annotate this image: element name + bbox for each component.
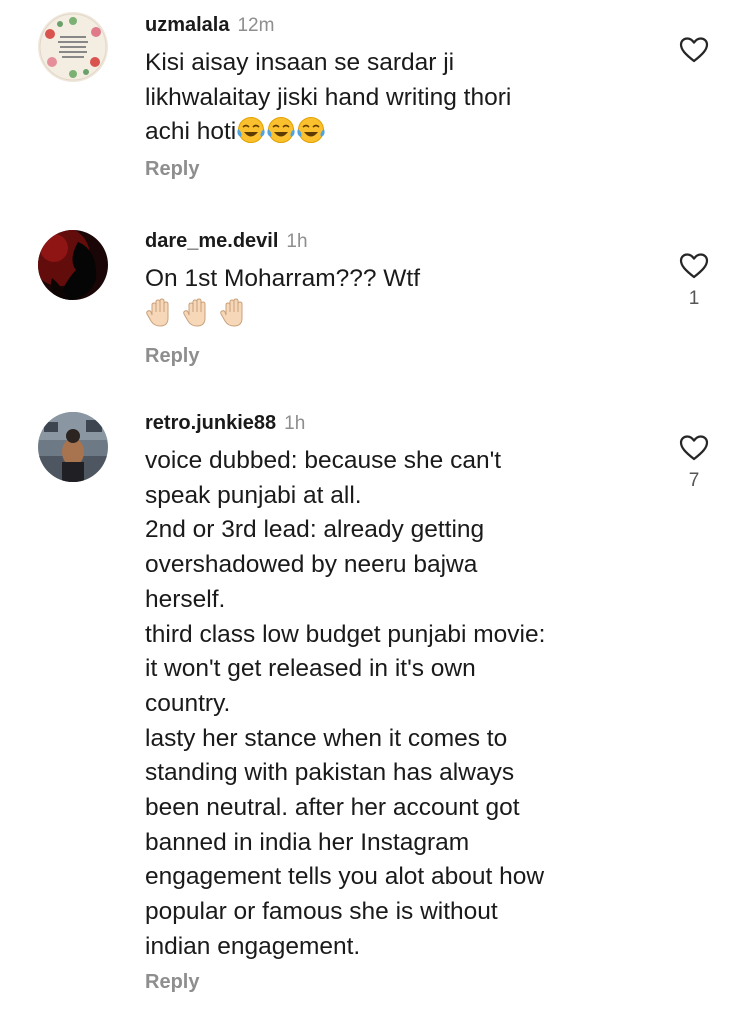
comment-text: voice dubbed: because she can't speak pu… xyxy=(145,444,645,965)
avatar[interactable] xyxy=(38,230,108,300)
comment-line: standing with pakistan has always xyxy=(145,759,515,787)
comment-line: been neutral. after her account got xyxy=(145,794,520,822)
like-button[interactable] xyxy=(676,36,712,72)
like-count: 1 xyxy=(688,288,700,309)
comment-text: Kisi aisay insaan se sardar ji likhwalai… xyxy=(145,46,645,150)
like-button[interactable]: 1 xyxy=(676,252,712,310)
comment-line: voice dubbed: because she can't xyxy=(145,447,502,474)
laughing-tears-emoji xyxy=(296,117,326,145)
comment-line: overshadowed by neeru bajwa xyxy=(145,551,478,579)
comment-line-text: achi hoti xyxy=(145,118,237,146)
comment-line: On 1st Moharram??? Wtf xyxy=(145,265,421,292)
comment-line: banned in india her Instagram xyxy=(145,828,470,856)
comment-username[interactable]: retro.junkie88 xyxy=(145,412,276,435)
comment-line: indian engagement. xyxy=(145,932,361,960)
comment-line: achi hoti xyxy=(145,115,645,150)
like-button[interactable]: 7 xyxy=(676,434,712,492)
comment-timestamp: 1h xyxy=(284,413,306,434)
comment-line: 2nd or 3rd lead: already getting xyxy=(145,516,485,544)
comment-username[interactable]: uzmalala xyxy=(145,14,229,37)
heart-icon xyxy=(676,36,712,64)
comment-line: Kisi aisay insaan se sardar ji xyxy=(145,49,455,76)
comment-line: third class low budget punjabi movie: xyxy=(145,620,546,648)
comment-username[interactable]: dare_me.devil xyxy=(145,230,278,253)
raised-hand-emoji xyxy=(145,298,175,335)
reply-button[interactable]: Reply xyxy=(145,971,199,994)
comment-timestamp: 12m xyxy=(237,15,275,36)
raised-hand-emoji xyxy=(219,298,249,335)
raised-hand-emoji xyxy=(182,298,212,335)
reply-button[interactable]: Reply xyxy=(145,158,199,181)
comment-line: it won't get released in it's own xyxy=(145,655,476,683)
comment-line: engagement tells you alot about how xyxy=(145,863,545,891)
avatar[interactable] xyxy=(38,12,108,82)
comment-line: country. xyxy=(145,689,231,717)
comment-line: herself. xyxy=(145,585,226,613)
comment-line: popular or famous she is without xyxy=(145,898,498,926)
heart-icon xyxy=(676,434,712,462)
comments-list: uzmalala 12m Kisi aisay insaan se sardar… xyxy=(0,0,752,1024)
comment-line: lasty her stance when it comes to xyxy=(145,724,508,752)
like-count: 7 xyxy=(688,470,700,491)
heart-icon xyxy=(676,252,712,280)
comment-timestamp: 1h xyxy=(286,231,308,252)
reply-button[interactable]: Reply xyxy=(145,345,199,368)
emoji-line xyxy=(145,297,645,340)
comment-line: likhwalaitay jiski hand writing thori xyxy=(145,83,512,111)
comment-text: On 1st Moharram??? Wtf xyxy=(145,262,645,339)
avatar[interactable] xyxy=(38,412,108,482)
laughing-tears-emoji xyxy=(266,117,296,145)
comment-line: speak punjabi at all. xyxy=(145,481,362,509)
laughing-tears-emoji xyxy=(236,117,266,145)
